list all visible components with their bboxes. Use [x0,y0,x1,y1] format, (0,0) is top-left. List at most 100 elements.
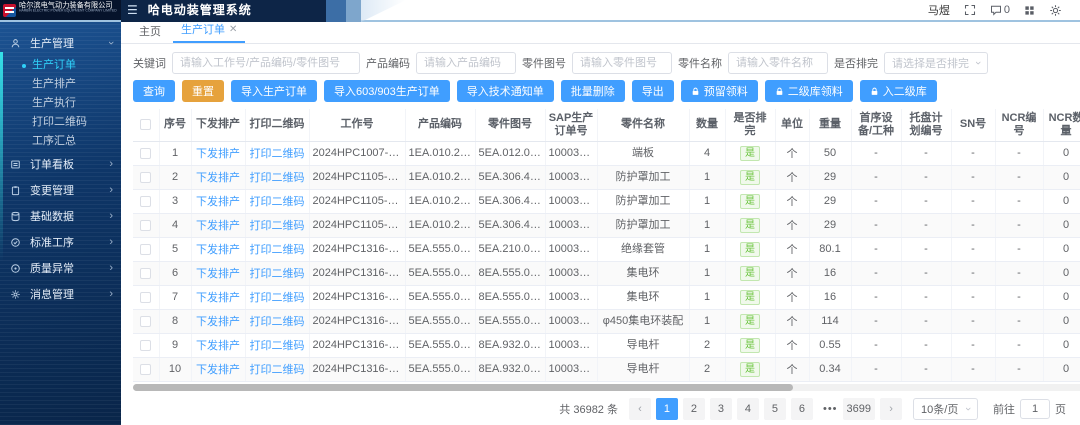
print-qrcode-link[interactable]: 打印二维码 [250,244,305,256]
print-qrcode-link[interactable]: 打印二维码 [250,292,305,304]
apps-grid-icon[interactable] [1024,5,1035,16]
filter-input[interactable] [572,52,672,74]
sidebar-item[interactable]: 生产执行 [0,94,121,113]
row-checkbox[interactable] [140,244,151,255]
goto-page-input[interactable] [1020,399,1050,419]
button-label: 预留领料 [704,83,748,99]
more-pages-button[interactable]: ••• [823,403,838,415]
scheduled-status-tag: 是 [740,146,760,161]
filter-input[interactable] [728,52,828,74]
sidebar-item[interactable]: 生产排产 [0,75,121,94]
sidebar-group[interactable]: 基础数据 › [0,203,121,229]
first-device-cell: - [851,261,901,285]
page-size-select[interactable]: 10条/页 › [913,398,978,420]
sn-cell: - [951,357,995,381]
导入生产订单-button[interactable]: 导入生产订单 [231,80,317,102]
unit-cell: 个 [775,165,809,189]
row-checkbox[interactable] [140,268,151,279]
dispatch-link[interactable]: 下发排产 [196,148,240,160]
dispatch-link[interactable]: 下发排产 [196,292,240,304]
查询-button[interactable]: 查询 [133,80,175,102]
filter-input[interactable] [172,52,360,74]
dispatch-link[interactable]: 下发排产 [196,220,240,232]
导入技术通知单-button[interactable]: 导入技术通知单 [457,80,554,102]
row-checkbox[interactable] [140,220,151,231]
sap-order-cell: 10003311349 [545,285,597,309]
username[interactable]: 马煜 [928,2,950,18]
collapse-menu-icon[interactable]: ☰ [127,0,138,21]
notification-icon[interactable]: 0 [990,4,1010,16]
dispatch-link[interactable]: 下发排产 [196,316,240,328]
qty-cell: 2 [689,357,725,381]
tab-label: 主页 [139,26,161,38]
row-checkbox[interactable] [140,364,151,375]
print-qrcode-link[interactable]: 打印二维码 [250,316,305,328]
导出-button[interactable]: 导出 [632,80,674,102]
page-button[interactable]: 2 [683,398,705,420]
company-logo-mark-icon [3,4,16,17]
预留领料-button[interactable]: 预留领料 [681,80,758,102]
dispatch-link[interactable]: 下发排产 [196,364,240,376]
first-device-cell: - [851,141,901,165]
page-button[interactable]: 1 [656,398,678,420]
seq-cell: 6 [159,261,191,285]
导入603/903生产订单-button[interactable]: 导入603/903生产订单 [324,80,450,102]
sidebar-group[interactable]: 生产管理 › [0,30,121,56]
sidebar-group[interactable]: 质量异常 › [0,255,121,281]
print-qrcode-link[interactable]: 打印二维码 [250,340,305,352]
sidebar-group[interactable]: 标准工序 › [0,229,121,255]
dispatch-link[interactable]: 下发排产 [196,196,240,208]
close-tab-icon[interactable]: ✕ [229,24,237,35]
print-qrcode-link[interactable]: 打印二维码 [250,220,305,232]
dispatch-link[interactable]: 下发排产 [196,268,240,280]
print-qrcode-link[interactable]: 打印二维码 [250,364,305,376]
prev-page-button[interactable]: ‹ [629,398,651,420]
row-checkbox[interactable] [140,196,151,207]
page-button[interactable]: 5 [764,398,786,420]
重置-button[interactable]: 重置 [182,80,224,102]
ncr-qty-cell: 0 [1043,357,1080,381]
column-header: 是否排完 [725,109,775,141]
row-checkbox[interactable] [140,340,151,351]
pallet-plan-cell: - [901,213,951,237]
select-all-checkbox[interactable] [140,119,151,130]
pallet-plan-cell: - [901,357,951,381]
二级库领料-button[interactable]: 二级库领料 [765,80,853,102]
last-page-button[interactable]: 3699 [843,398,875,420]
dispatch-link[interactable]: 下发排产 [196,244,240,256]
row-checkbox[interactable] [140,172,151,183]
order-board-icon [10,159,24,170]
批量删除-button[interactable]: 批量删除 [561,80,625,102]
qty-cell: 1 [689,237,725,261]
horizontal-scrollbar-thumb[interactable] [133,384,793,391]
sidebar-group[interactable]: 变更管理 › [0,177,121,203]
filter-input[interactable] [416,52,516,74]
print-qrcode-link[interactable]: 打印二维码 [250,196,305,208]
dispatch-link[interactable]: 下发排产 [196,340,240,352]
print-qrcode-link[interactable]: 打印二维码 [250,268,305,280]
schedule-status-select[interactable]: 请选择是否排完 › [884,52,988,74]
page-button[interactable]: 4 [737,398,759,420]
sidebar-item[interactable]: 生产订单 [0,56,121,75]
row-checkbox[interactable] [140,148,151,159]
sidebar-group[interactable]: 订单看板 › [0,151,121,177]
入二级库-button[interactable]: 入二级库 [860,80,937,102]
tab[interactable]: 生产订单 ✕ [173,19,245,43]
page-button[interactable]: 6 [791,398,813,420]
change-mgmt-icon [10,185,24,196]
filter-label: 零件名称 [678,55,722,71]
row-checkbox[interactable] [140,316,151,327]
dispatch-link[interactable]: 下发排产 [196,172,240,184]
sidebar-item[interactable]: 打印二维码 [0,113,121,132]
sidebar-item[interactable]: 工序汇总 [0,132,121,151]
print-qrcode-link[interactable]: 打印二维码 [250,148,305,160]
next-page-button[interactable]: › [880,398,902,420]
sidebar-group[interactable]: 消息管理 › [0,281,121,307]
page-button[interactable]: 3 [710,398,732,420]
settings-gear-icon[interactable] [1049,4,1062,17]
row-checkbox[interactable] [140,292,151,303]
tab[interactable]: 主页 [131,21,169,43]
fullscreen-icon[interactable] [964,4,976,16]
print-qrcode-link[interactable]: 打印二维码 [250,172,305,184]
pallet-plan-cell: - [901,285,951,309]
